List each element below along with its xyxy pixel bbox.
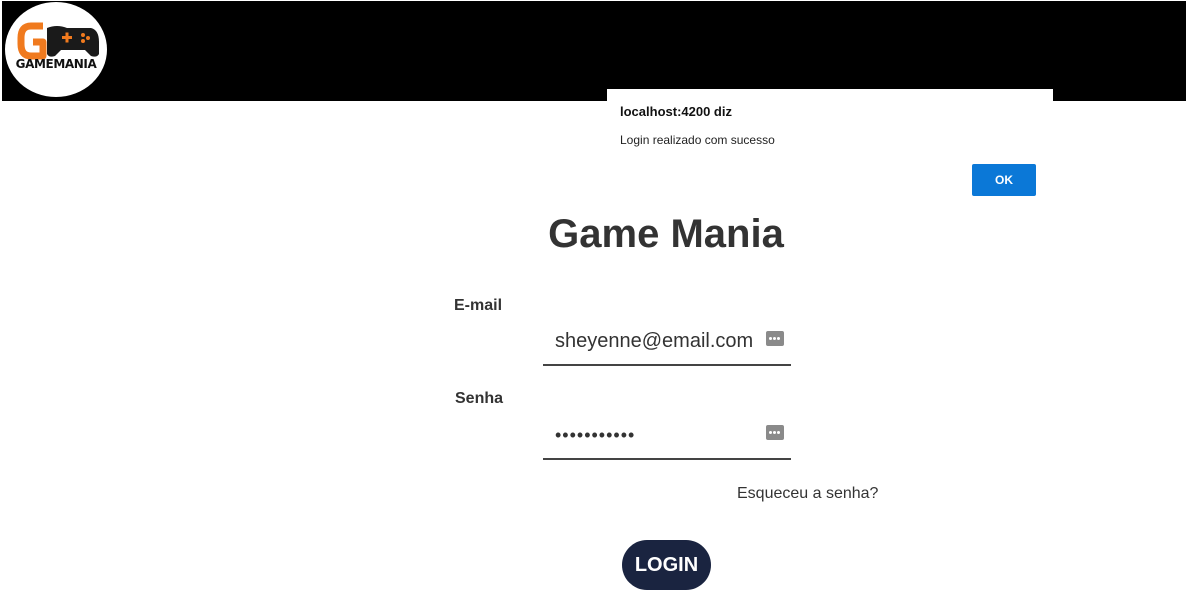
- password-field[interactable]: [555, 420, 755, 450]
- password-manager-key-icon[interactable]: [766, 425, 784, 440]
- page-title: Game Mania: [548, 212, 784, 256]
- forgot-password-link[interactable]: Esqueceu a senha?: [737, 485, 878, 503]
- dialog-message: Login realizado com sucesso: [620, 133, 775, 147]
- gamepad-logo-icon: [17, 22, 99, 60]
- email-field[interactable]: [555, 326, 755, 356]
- top-header-bar: GAMEMANIA: [2, 1, 1186, 101]
- alert-dialog: localhost:4200 diz Login realizado com s…: [607, 89, 1053, 211]
- login-button[interactable]: LOGIN: [622, 540, 711, 590]
- email-label: E-mail: [454, 297, 503, 314]
- email-field-container: [543, 322, 791, 366]
- password-label: Senha: [455, 390, 504, 407]
- password-manager-key-icon[interactable]: [766, 331, 784, 346]
- dialog-ok-button[interactable]: OK: [972, 164, 1036, 196]
- password-field-container: [543, 416, 791, 460]
- dialog-title: localhost:4200 diz: [620, 104, 732, 119]
- gamemania-logo[interactable]: GAMEMANIA: [5, 2, 107, 97]
- page: GAMEMANIA Game Mania E-mail Senha Esquec…: [0, 0, 1186, 614]
- logo-wordmark: GAMEMANIA: [15, 57, 97, 71]
